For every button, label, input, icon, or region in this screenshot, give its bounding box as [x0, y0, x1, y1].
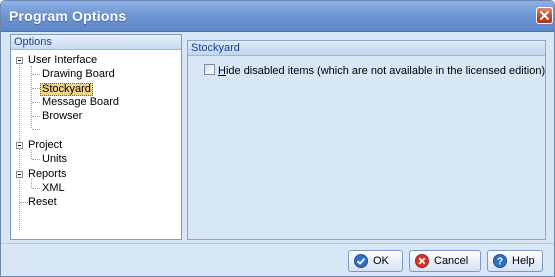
tree-line: [32, 88, 40, 89]
tree-item-reports[interactable]: Reports: [27, 168, 68, 181]
tree-item-drawing-board[interactable]: Drawing Board: [41, 68, 116, 81]
ok-button[interactable]: OK: [348, 250, 403, 272]
hide-disabled-checkbox[interactable]: [204, 64, 215, 75]
close-icon: [540, 11, 549, 20]
help-button[interactable]: ? Help: [487, 250, 543, 272]
tree-item-browser[interactable]: Browser: [41, 110, 83, 123]
cancel-x-icon: [415, 254, 429, 268]
collapse-toggle-project[interactable]: [16, 142, 23, 149]
tree-item-reset[interactable]: Reset: [27, 196, 58, 209]
dialog-title: Program Options: [9, 8, 127, 24]
tree-line: [32, 159, 40, 160]
options-tree-panel: Options User Interface Drawing Board Sto…: [10, 34, 182, 240]
tree-line: [32, 102, 40, 103]
title-bar[interactable]: Program Options: [1, 1, 554, 32]
tree-line: [32, 74, 40, 75]
ok-check-icon: [354, 254, 368, 268]
close-button[interactable]: [536, 7, 553, 24]
tree-line: [32, 129, 40, 130]
footer-divider: [1, 243, 554, 244]
hide-disabled-label[interactable]: Hide disabled items (which are not avail…: [218, 65, 545, 77]
tree-line: [32, 116, 40, 117]
cancel-label: Cancel: [434, 255, 469, 267]
settings-panel: Stockyard Hide disabled items (which are…: [187, 40, 546, 240]
hide-disabled-option[interactable]: Hide disabled items (which are not avail…: [204, 64, 545, 77]
cancel-button[interactable]: Cancel: [409, 250, 481, 272]
tree-item-stockyard[interactable]: Stockyard: [40, 83, 93, 96]
settings-panel-header: Stockyard: [188, 41, 545, 56]
tree-item-message-board[interactable]: Message Board: [41, 96, 120, 109]
program-options-dialog: Program Options Options User Interface D…: [0, 0, 555, 277]
help-label: Help: [512, 255, 535, 267]
tree-item-xml[interactable]: XML: [41, 182, 66, 195]
options-tree-header: Options: [11, 35, 181, 50]
tree-item-user-interface[interactable]: User Interface: [27, 54, 98, 67]
ok-label: OK: [373, 255, 389, 267]
tree-line: [31, 66, 32, 128]
tree-line: [32, 188, 40, 189]
help-question-icon: ?: [493, 254, 507, 268]
tree-item-project[interactable]: Project: [27, 139, 63, 152]
tree-item-units[interactable]: Units: [41, 153, 68, 166]
svg-text:?: ?: [497, 257, 503, 268]
collapse-toggle-reports[interactable]: [16, 171, 23, 178]
collapse-toggle-user-interface[interactable]: [16, 57, 23, 64]
